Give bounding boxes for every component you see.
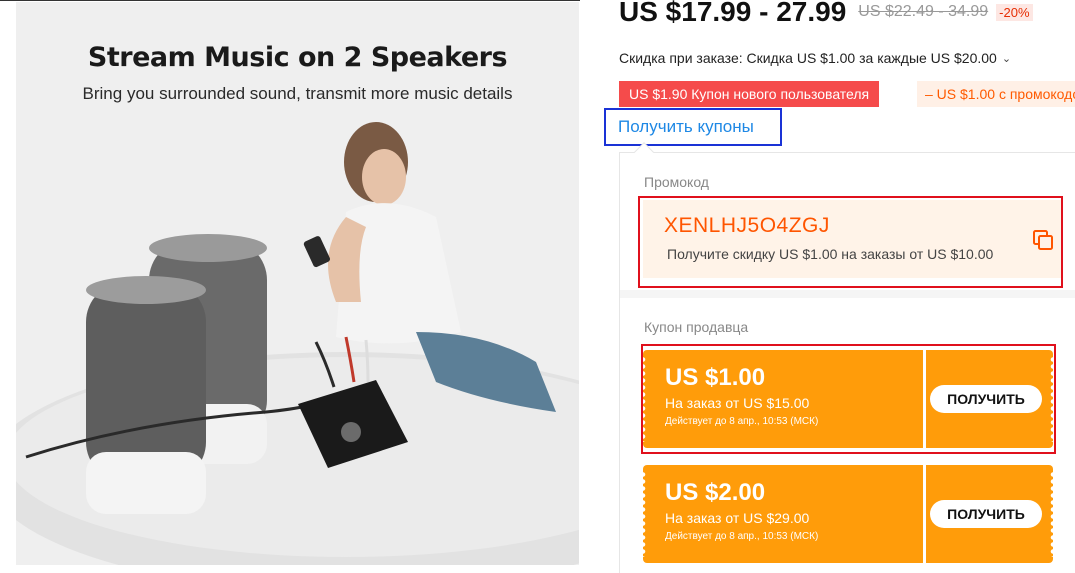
discount-badge: -20% [996,3,1033,21]
product-image[interactable]: Stream Music on 2 Speakers Bring you sur… [16,2,579,565]
order-discount-dropdown[interactable]: Скидка при заказе: Скидка US $1.00 за ка… [619,50,1011,66]
promo-coupon-tag[interactable]: – US $1.00 с промокодом [917,81,1075,107]
copy-icon[interactable] [1032,229,1054,251]
promo-highlight-frame [638,196,1063,288]
coupon-amount: US $2.00 [665,479,766,506]
seller-coupon-section-label: Купон продавца [644,319,749,335]
chevron-down-icon: ⌄ [1001,52,1012,65]
get-coupons-link[interactable]: Получить купоны [604,108,782,146]
coupon-edge-right [1050,471,1056,557]
promo-code[interactable]: XENLHJ5O4ZGJ [664,214,830,238]
original-price: US $22.49 - 34.99 [858,3,989,20]
coupon-highlight-frame [641,344,1056,454]
promo-section-label: Промокод [644,174,709,190]
coupon-edge-left [640,471,646,557]
product-headline: Stream Music on 2 Speakers [87,42,508,73]
top-divider [0,0,580,1]
new-user-coupon-tag[interactable]: US $1.90 Купон нового пользователя [619,81,880,107]
seller-coupon-card: US $2.00 На заказ от US $29.00 Действует… [640,465,1056,563]
speaker-front [86,276,206,514]
price-range: US $17.99 - 27.99 [619,0,847,27]
coupon-min-order: На заказ от US $29.00 [665,510,810,526]
coupon-valid-until: Действует до 8 апр., 10:53 (МСК) [665,531,819,542]
get-coupon-button[interactable]: ПОЛУЧИТЬ [930,500,1042,528]
order-discount-text: Скидка при заказе: Скидка US $1.00 за ка… [619,50,997,66]
section-divider [620,290,1075,298]
price-row: US $17.99 - 27.99 US $22.49 - 34.99 -20% [619,0,1033,28]
product-subheadline: Bring you surrounded sound, transmit mor… [82,84,513,103]
promo-description: Получите скидку US $1.00 на заказы от US… [667,246,994,262]
